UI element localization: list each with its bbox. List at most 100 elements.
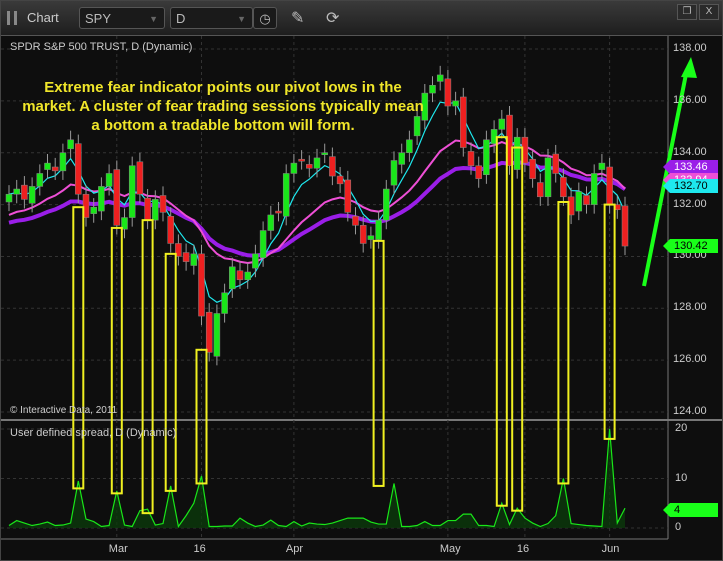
candle-body [621, 205, 629, 247]
fear-highlight-box [557, 200, 570, 485]
candle-body [344, 179, 352, 213]
candle [290, 154, 298, 183]
candle-body [359, 225, 367, 244]
candle-body [229, 266, 236, 290]
candle-body [213, 313, 221, 357]
candle-body [198, 253, 205, 317]
candle-body [51, 166, 59, 172]
candle-body [460, 96, 467, 148]
candle-body [67, 139, 74, 150]
candle-body [244, 271, 251, 281]
spread-tick-label: 0 [675, 521, 682, 533]
candle-body [313, 157, 321, 169]
candle [513, 128, 521, 179]
fear-highlight-box [72, 206, 85, 490]
candle-body [275, 210, 282, 214]
candle-body [390, 160, 398, 186]
date-tick-label: 16 [516, 543, 530, 555]
candle [390, 151, 398, 195]
candle-body [329, 156, 336, 177]
candle [498, 109, 506, 139]
candle-body [290, 162, 298, 174]
candle-body [375, 219, 382, 240]
candle-body [475, 165, 482, 179]
spread-last-tag: 4 [663, 503, 718, 517]
candle-body [406, 139, 413, 153]
candle [352, 207, 359, 235]
candle-body [383, 188, 390, 221]
spread-line [8, 428, 626, 529]
candle-body [44, 162, 51, 170]
candle [321, 143, 328, 164]
candle [452, 91, 459, 116]
candle-body [167, 215, 174, 244]
date-tick-label: 16 [193, 543, 206, 555]
candle-body [321, 152, 328, 155]
candle-body [259, 230, 267, 258]
candle-body [221, 292, 228, 314]
candle-body [467, 151, 475, 166]
candle [159, 186, 167, 222]
candle [552, 144, 559, 183]
fear-highlight-box [511, 146, 524, 512]
candle [336, 166, 344, 193]
candle-body [498, 118, 506, 130]
candle [306, 155, 313, 178]
candle [575, 182, 583, 221]
candle-body [529, 158, 536, 179]
candle [267, 205, 275, 240]
candle-body [513, 136, 521, 170]
candle-body [552, 153, 559, 174]
date-tick-label: Jun [601, 543, 620, 555]
candle [75, 134, 82, 204]
fear-highlight-box [164, 252, 177, 492]
candle [44, 154, 51, 179]
candle-body [159, 195, 167, 213]
candle [98, 177, 105, 221]
candle [429, 76, 436, 103]
candle [621, 196, 629, 256]
green-arrow-head [681, 57, 697, 78]
candle [198, 244, 205, 326]
price-tick-label: 138.00 [673, 42, 707, 54]
main-panel-title: SPDR S&P 500 TRUST, D (Dynamic) [10, 41, 193, 53]
candle-body [429, 85, 436, 94]
candle-body [205, 311, 213, 353]
candle [113, 160, 121, 235]
candle-body [144, 197, 151, 221]
spread-tick-label: 20 [675, 422, 688, 434]
candle [21, 176, 28, 209]
candle [329, 147, 336, 186]
candle-body [436, 74, 444, 82]
candle-body [36, 173, 44, 187]
candle-body [90, 206, 97, 214]
candle-body [583, 195, 590, 205]
candle [221, 283, 228, 323]
price-tick-label: 132.00 [673, 197, 707, 210]
candle-body [21, 184, 28, 200]
candle-body [190, 253, 198, 266]
candle-body [298, 158, 305, 162]
candle [275, 201, 282, 222]
candle-body [136, 161, 144, 195]
date-tick-label: Mar [108, 543, 128, 555]
candle-body [152, 199, 159, 221]
price-tick-label: 134.00 [673, 145, 707, 158]
lower-panel-title: User defined spread, D (Dynamic) [10, 427, 177, 439]
price-tag: 130.42 [663, 238, 718, 253]
candle [244, 262, 251, 289]
fear-highlight-box [495, 136, 508, 507]
candle [537, 173, 544, 206]
candle-body [182, 252, 190, 262]
candle [5, 185, 13, 212]
candle-body [59, 152, 67, 172]
candle [375, 211, 382, 249]
candle [90, 198, 97, 223]
candle [483, 130, 490, 184]
candle-body [75, 143, 82, 195]
candle [252, 244, 259, 278]
candle-body [28, 186, 36, 204]
candle-body [5, 193, 13, 203]
candle-body [236, 270, 244, 281]
price-tag: 132.70 [663, 179, 718, 194]
